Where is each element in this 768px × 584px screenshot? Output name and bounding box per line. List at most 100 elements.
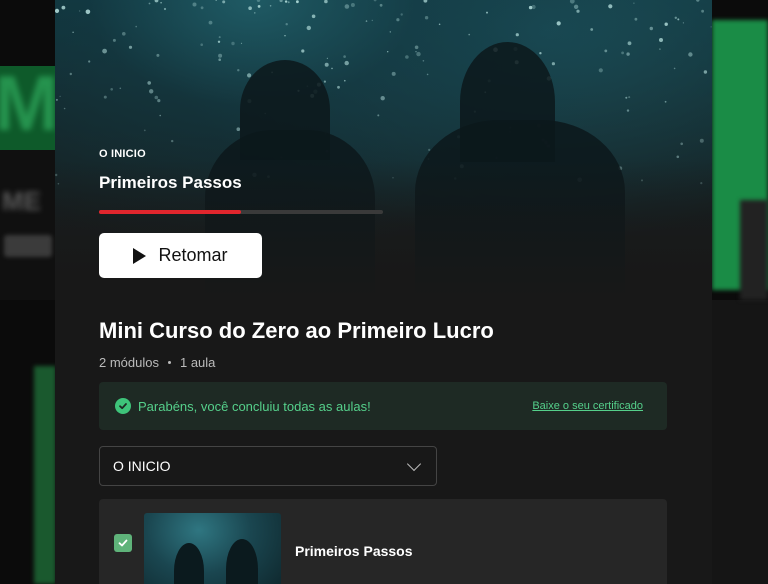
bokeh-light xyxy=(55,98,58,101)
bokeh-light xyxy=(344,79,346,82)
bokeh-light xyxy=(468,33,471,36)
bokeh-light xyxy=(608,4,613,9)
bokeh-light xyxy=(676,155,680,159)
bokeh-light xyxy=(306,25,311,31)
bokeh-light xyxy=(154,95,159,100)
bokeh-light xyxy=(78,10,81,12)
bokeh-light xyxy=(72,31,74,33)
bokeh-light xyxy=(222,0,226,4)
bokeh-light xyxy=(122,32,126,36)
bokeh-light xyxy=(633,2,635,4)
bokeh-light xyxy=(156,53,160,57)
bokeh-light xyxy=(626,52,630,56)
bokeh-light xyxy=(680,142,683,146)
bokeh-light xyxy=(323,80,326,83)
bokeh-light xyxy=(135,25,137,28)
bokeh-light xyxy=(256,0,261,2)
bokeh-light xyxy=(556,21,561,26)
bokeh-light xyxy=(590,28,594,31)
bokeh-light xyxy=(337,85,340,89)
bokeh-light xyxy=(373,0,377,2)
bokeh-light xyxy=(149,89,154,94)
separator-dot xyxy=(167,361,171,364)
lesson-progress-bar xyxy=(99,210,383,214)
bokeh-light xyxy=(350,3,355,7)
lesson-item[interactable]: Primeiros Passos xyxy=(99,499,667,584)
bokeh-light xyxy=(237,69,240,72)
bokeh-light xyxy=(257,5,261,8)
bokeh-light xyxy=(664,100,667,103)
bokeh-light xyxy=(331,67,333,70)
bokeh-light xyxy=(628,96,631,99)
bokeh-light xyxy=(422,60,425,62)
bokeh-light xyxy=(284,35,286,37)
check-circle-icon xyxy=(115,398,131,414)
bokeh-light xyxy=(400,13,403,16)
bokeh-light xyxy=(379,3,383,7)
bokeh-light xyxy=(269,5,272,7)
module-select[interactable]: O INICIO xyxy=(99,446,437,486)
bokeh-light xyxy=(626,109,630,112)
thumb-person-left xyxy=(174,543,204,584)
module-count: 2 módulos xyxy=(99,355,159,370)
bokeh-light xyxy=(424,16,429,20)
bokeh-light xyxy=(154,0,159,3)
hero-section-label: O INICIO xyxy=(99,148,146,160)
bokeh-light xyxy=(396,18,400,22)
bokeh-light xyxy=(208,20,213,25)
bokeh-light xyxy=(231,41,235,46)
bokeh-light xyxy=(285,23,288,26)
background-chip xyxy=(4,235,52,257)
bokeh-light xyxy=(659,48,661,50)
bokeh-light xyxy=(343,55,346,58)
lesson-item-title: Primeiros Passos xyxy=(295,543,413,559)
download-certificate-link[interactable]: Baixe o seu certificado xyxy=(532,400,643,412)
bokeh-light xyxy=(102,48,107,54)
bokeh-light xyxy=(365,20,368,22)
bokeh-light xyxy=(688,52,693,57)
bokeh-light xyxy=(324,0,328,4)
play-icon xyxy=(133,247,147,264)
bokeh-light xyxy=(416,51,421,57)
bokeh-light xyxy=(85,9,91,15)
bokeh-light xyxy=(143,129,146,132)
bokeh-light xyxy=(414,45,419,50)
bokeh-light xyxy=(710,26,712,28)
bokeh-light xyxy=(371,19,373,22)
bokeh-light xyxy=(423,0,428,3)
bokeh-light xyxy=(405,55,409,59)
bokeh-light xyxy=(677,18,680,21)
bokeh-light xyxy=(69,72,72,76)
bokeh-light xyxy=(218,53,223,58)
resume-button-label: Retomar xyxy=(158,245,228,265)
bokeh-light xyxy=(380,96,385,101)
bokeh-light xyxy=(703,70,708,74)
bokeh-light xyxy=(515,33,519,37)
bokeh-light xyxy=(296,0,299,4)
background-logo-letter: M xyxy=(0,59,59,147)
bokeh-light xyxy=(701,9,704,13)
bokeh-light xyxy=(248,6,252,10)
bokeh-light xyxy=(284,0,288,3)
bokeh-light xyxy=(539,52,542,55)
background-panel-right xyxy=(712,300,768,584)
bokeh-light xyxy=(112,38,116,42)
lesson-progress-fill xyxy=(99,210,241,214)
bokeh-light xyxy=(157,99,161,103)
bokeh-light xyxy=(160,1,162,4)
background-panel-right-top xyxy=(740,200,768,300)
chevron-down-icon xyxy=(406,456,422,471)
bokeh-light xyxy=(279,0,283,3)
background-card xyxy=(34,366,56,584)
bokeh-light xyxy=(486,11,488,14)
resume-button[interactable]: Retomar xyxy=(99,233,262,278)
background-panel xyxy=(0,150,56,300)
bokeh-light xyxy=(159,114,161,117)
lesson-completed-checkbox[interactable] xyxy=(114,534,132,552)
bokeh-light xyxy=(163,7,167,11)
bokeh-light xyxy=(217,40,221,43)
lesson-thumbnail xyxy=(144,513,281,584)
course-meta: 2 módulos 1 aula xyxy=(99,355,215,370)
bokeh-light xyxy=(311,14,316,19)
course-modal: O INICIO Primeiros Passos Retomar Mini C… xyxy=(55,0,712,584)
